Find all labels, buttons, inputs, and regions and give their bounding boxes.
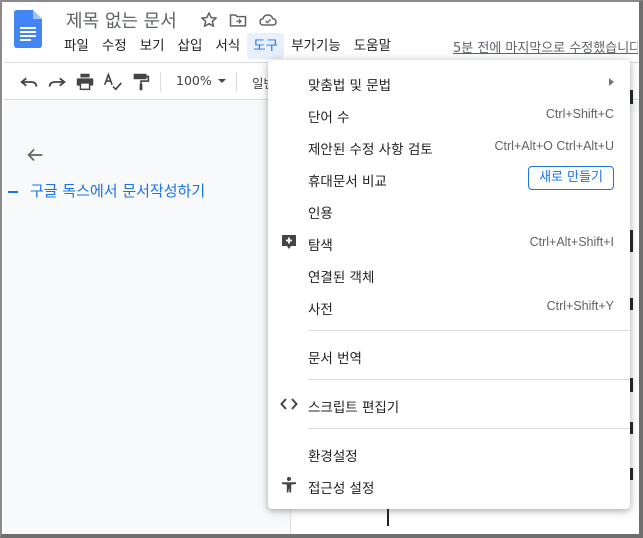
menu-item-label: 연결된 객체	[308, 270, 375, 286]
document-title[interactable]: 제목 없는 문서	[66, 7, 177, 33]
menu-insert[interactable]: 삽입	[172, 33, 209, 59]
menu-item-review-edits[interactable]: 제안된 수정 사항 검토 Ctrl+Alt+O Ctrl+Alt+U	[268, 130, 630, 162]
menu-item-accessibility[interactable]: 접근성 설정	[268, 469, 630, 501]
shortcut-label: Ctrl+Alt+Shift+I	[529, 235, 614, 249]
menu-item-compare[interactable]: 휴대문서 비교 새로 만들기	[268, 162, 630, 194]
code-icon	[280, 398, 298, 410]
chevron-down-icon[interactable]	[217, 78, 227, 84]
menu-item-label: 탐색	[308, 238, 333, 254]
menu-item-script-editor[interactable]: 스크립트 편집기	[268, 388, 630, 420]
star-icon[interactable]	[199, 10, 219, 30]
back-arrow-icon[interactable]	[24, 144, 46, 166]
menu-item-spelling[interactable]: 맞춤법 및 문법	[268, 66, 630, 98]
menu-file[interactable]: 파일	[58, 33, 95, 59]
cloud-saved-icon[interactable]	[258, 10, 278, 30]
menu-item-label: 문서 번역	[308, 351, 362, 367]
menu-item-label: 제안된 수정 사항 검토	[308, 142, 433, 158]
menu-item-explore[interactable]: 탐색 Ctrl+Alt+Shift+I	[268, 226, 630, 258]
move-folder-icon[interactable]	[228, 10, 248, 30]
menu-item-label: 환경설정	[308, 449, 358, 465]
menu-bar: 파일 수정 보기 삽입 서식 도구 부가기능 도움말	[58, 33, 398, 59]
app-window: 제목 없는 문서 파일 수정 보기 삽입 서식 도구 부가기능 도움말 5분 전…	[0, 0, 643, 538]
menu-item-label: 사전	[308, 302, 333, 318]
outline-heading-item[interactable]: 구글 독스에서 문서작성하기	[8, 180, 205, 201]
menu-help[interactable]: 도움말	[348, 33, 397, 59]
menu-item-label: 접근성 설정	[308, 481, 375, 497]
docs-logo-icon[interactable]	[14, 10, 42, 48]
accessibility-icon	[282, 477, 296, 493]
menu-view[interactable]: 보기	[134, 33, 171, 59]
shortcut-label: Ctrl+Alt+O Ctrl+Alt+U	[494, 139, 614, 153]
menu-item-label: 맞춤법 및 문법	[308, 78, 392, 94]
zoom-select[interactable]: 100%	[176, 73, 212, 88]
last-edit-link[interactable]: 5분 전에 마지막으로 수정했습니다	[453, 37, 638, 56]
menu-item-preferences[interactable]: 환경설정	[268, 437, 630, 469]
menu-divider	[308, 330, 630, 331]
menu-item-label: 휴대문서 비교	[308, 174, 387, 190]
outline-marker	[8, 190, 18, 193]
print-icon[interactable]	[74, 71, 96, 93]
toolbar-divider	[160, 72, 161, 92]
menu-item-label: 인용	[308, 206, 333, 222]
menu-item-word-count[interactable]: 단어 수 Ctrl+Shift+C	[268, 98, 630, 130]
menu-tools[interactable]: 도구	[247, 33, 285, 59]
toolbar-divider	[236, 72, 237, 92]
menu-item-label: 단어 수	[308, 110, 350, 126]
redo-icon[interactable]	[46, 71, 68, 93]
explore-icon	[282, 235, 296, 249]
menu-item-citations[interactable]: 인용	[268, 194, 630, 226]
undo-icon[interactable]	[18, 71, 40, 93]
menu-format[interactable]: 서식	[209, 33, 246, 59]
menu-item-dictionary[interactable]: 사전 Ctrl+Shift+Y	[268, 290, 630, 322]
spellcheck-icon[interactable]	[102, 71, 124, 93]
shortcut-label: Ctrl+Shift+Y	[546, 299, 614, 313]
menu-item-label: 스크립트 편집기	[308, 400, 400, 416]
paint-format-icon[interactable]	[130, 71, 152, 93]
menu-addons[interactable]: 부가기능	[285, 33, 347, 59]
menu-divider	[308, 428, 630, 429]
menu-item-translate[interactable]: 문서 번역	[268, 339, 630, 371]
menu-edit[interactable]: 수정	[96, 33, 133, 59]
menu-item-linked-objects[interactable]: 연결된 객체	[268, 258, 630, 290]
menu-divider	[308, 379, 630, 380]
outline-heading-label: 구글 독스에서 문서작성하기	[30, 182, 206, 200]
new-badge[interactable]: 새로 만들기	[528, 166, 614, 190]
shortcut-label: Ctrl+Shift+C	[545, 107, 614, 121]
submenu-arrow-icon	[609, 78, 614, 86]
tools-menu: 맞춤법 및 문법 단어 수 Ctrl+Shift+C 제안된 수정 사항 검토 …	[268, 60, 630, 509]
text-cursor	[387, 508, 389, 526]
